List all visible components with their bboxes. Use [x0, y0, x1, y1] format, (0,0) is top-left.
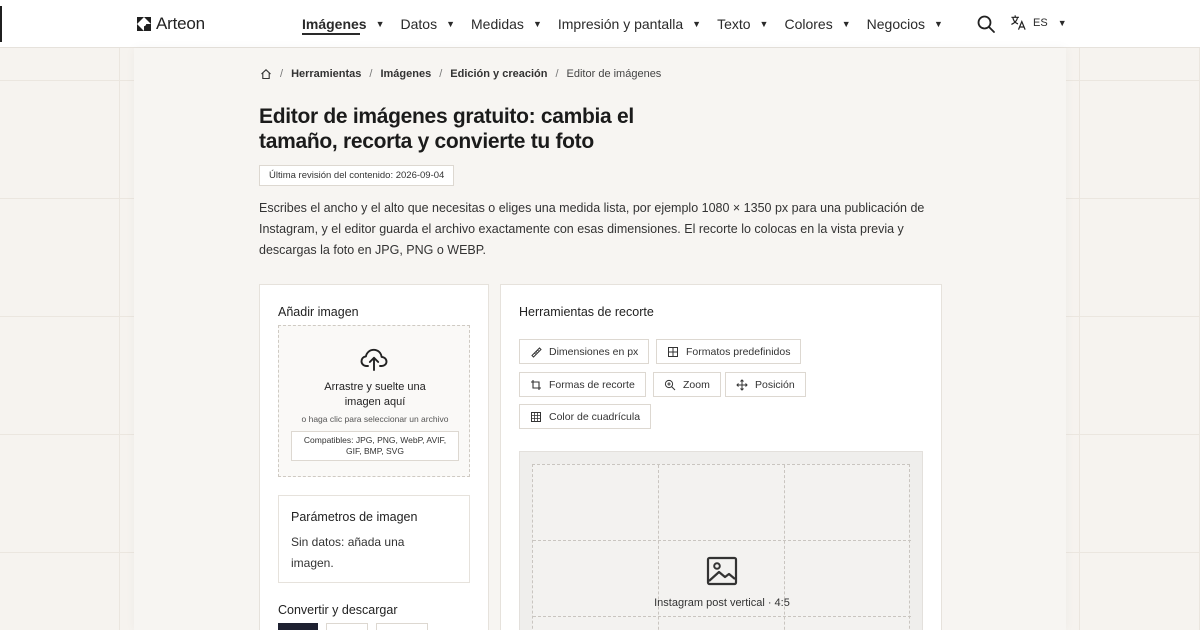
nav-item-label: Negocios: [866, 16, 926, 32]
breadcrumb: / Herramientas / Imágenes / Edición y cr…: [260, 68, 661, 80]
tool-position-button[interactable]: Posición: [725, 372, 806, 397]
preview-format-label: Instagram post vertical · 4:5: [654, 597, 790, 609]
breadcrumb-item[interactable]: Herramientas: [291, 68, 361, 80]
grid-icon: [668, 346, 678, 357]
caret-down-icon: ▼: [692, 19, 702, 29]
main-nav: Imágenes ▼ Datos ▼ Medidas ▼ Impresión y…: [302, 0, 959, 48]
left-edge-marker: [0, 6, 2, 42]
nav-item-label: Medidas: [471, 16, 524, 32]
nav-item-imagenes[interactable]: Imágenes ▼: [302, 0, 385, 48]
crop-icon: [531, 379, 541, 390]
dropzone-instruction: Arrastre y suelte una imagen aquí: [324, 381, 426, 408]
nav-item-label: Imágenes: [302, 16, 367, 32]
crop-tools-title: Herramientas de recorte: [519, 305, 654, 319]
grid-line: [533, 540, 911, 541]
upload-panel: Añadir imagen Arrastre y suelte una imag…: [259, 284, 489, 630]
language-code: ES: [1033, 16, 1048, 29]
move-icon: [736, 378, 748, 391]
nav-item-label: Datos: [400, 16, 438, 32]
tool-label: Dimensiones en px: [549, 345, 639, 358]
page-title: Editor de imágenes gratuito: cambia el t…: [259, 105, 634, 153]
tool-dimensions-button[interactable]: Dimensiones en px: [519, 339, 650, 364]
breadcrumb-separator: /: [369, 68, 373, 80]
dropzone-click-hint: o haga clic para seleccionar un archivo: [301, 414, 449, 424]
tool-label: Color de cuadrícula: [549, 410, 641, 423]
search-button[interactable]: [976, 14, 996, 34]
caret-down-icon: ▼: [759, 19, 769, 29]
content-card: / Herramientas / Imágenes / Edición y cr…: [134, 48, 1066, 630]
nav-item-datos[interactable]: Datos ▼: [401, 0, 456, 48]
breadcrumb-separator: /: [439, 68, 443, 80]
tool-label: Formatos predefinidos: [686, 345, 791, 358]
tool-label: Zoom: [683, 378, 710, 391]
caret-down-icon: ▼: [841, 19, 851, 29]
grid-icon: [531, 411, 541, 422]
caret-down-icon: ▼: [532, 19, 542, 29]
brand-logo[interactable]: Arteon: [136, 14, 205, 34]
ruler-icon: [531, 346, 542, 358]
caret-down-icon: ▼: [934, 19, 943, 29]
nav-item-impresion[interactable]: Impresión y pantalla ▼: [558, 0, 701, 48]
language-selector[interactable]: ES ▼: [1010, 14, 1067, 31]
image-params-box: Parámetros de imagen Sin datos: añada un…: [278, 495, 470, 583]
nav-item-negocios[interactable]: Negocios ▼: [867, 0, 943, 48]
breadcrumb-current: Editor de imágenes: [566, 68, 662, 80]
nav-item-medidas[interactable]: Medidas ▼: [471, 0, 542, 48]
breadcrumb-separator: /: [280, 68, 284, 80]
breadcrumb-item[interactable]: Imágenes: [380, 68, 431, 80]
breadcrumb-separator: /: [555, 68, 559, 80]
intro-paragraph: Escribes el ancho y el alto que necesita…: [259, 201, 925, 257]
translate-icon: [1011, 15, 1026, 30]
nav-item-colores[interactable]: Colores ▼: [784, 0, 850, 48]
zoom-icon: [664, 379, 676, 390]
tool-label: Posición: [755, 378, 795, 391]
tool-grid-color-button[interactable]: Color de cuadrícula: [519, 404, 652, 429]
tool-shapes-button[interactable]: Formas de recorte: [519, 372, 646, 397]
caret-down-icon: ▼: [446, 19, 456, 29]
image-dropzone[interactable]: Arrastre y suelte una imagen aquí o haga…: [278, 325, 470, 477]
top-navigation-bar: Arteon Imágenes ▼ Datos ▼ Medidas ▼ Impr…: [0, 0, 1200, 48]
brand-name: Arteon: [156, 14, 205, 33]
convert-title: Convertir y descargar: [278, 603, 398, 617]
nav-item-texto[interactable]: Texto ▼: [717, 0, 768, 48]
revision-badge: Última revisión del contenido: 2026-09-0…: [259, 165, 455, 186]
nav-item-label: Impresión y pantalla: [557, 16, 684, 32]
grid-line: [533, 616, 911, 617]
caret-down-icon: ▼: [1057, 17, 1067, 28]
upload-title: Añadir imagen: [278, 305, 359, 319]
tool-zoom-button[interactable]: Zoom: [653, 372, 721, 397]
nav-item-label: Texto: [717, 16, 751, 32]
crop-preview[interactable]: Instagram post vertical · 4:5: [519, 451, 923, 630]
format-option[interactable]: [326, 623, 368, 630]
tool-label: Formas de recorte: [549, 378, 635, 391]
search-icon: [977, 15, 995, 33]
cloud-upload-icon: [360, 348, 388, 371]
supported-formats: Compatibles: JPG, PNG, WebP, AVIF, GIF, …: [291, 431, 459, 461]
params-title: Parámetros de imagen: [291, 510, 418, 524]
nav-item-label: Colores: [784, 16, 833, 32]
format-option-selected[interactable]: [278, 623, 318, 630]
crop-tools-panel: Herramientas de recorte Dimensiones en p…: [500, 284, 942, 630]
breadcrumb-item[interactable]: Edición y creación: [450, 68, 547, 80]
brand-logo-icon: [137, 17, 151, 31]
tool-presets-button[interactable]: Formatos predefinidos: [656, 339, 802, 364]
caret-down-icon: ▼: [375, 19, 385, 29]
image-placeholder-icon: [706, 556, 738, 586]
params-empty-state: Sin datos: añada una imagen.: [291, 535, 405, 570]
home-icon[interactable]: [260, 68, 272, 80]
format-option[interactable]: [376, 623, 428, 630]
